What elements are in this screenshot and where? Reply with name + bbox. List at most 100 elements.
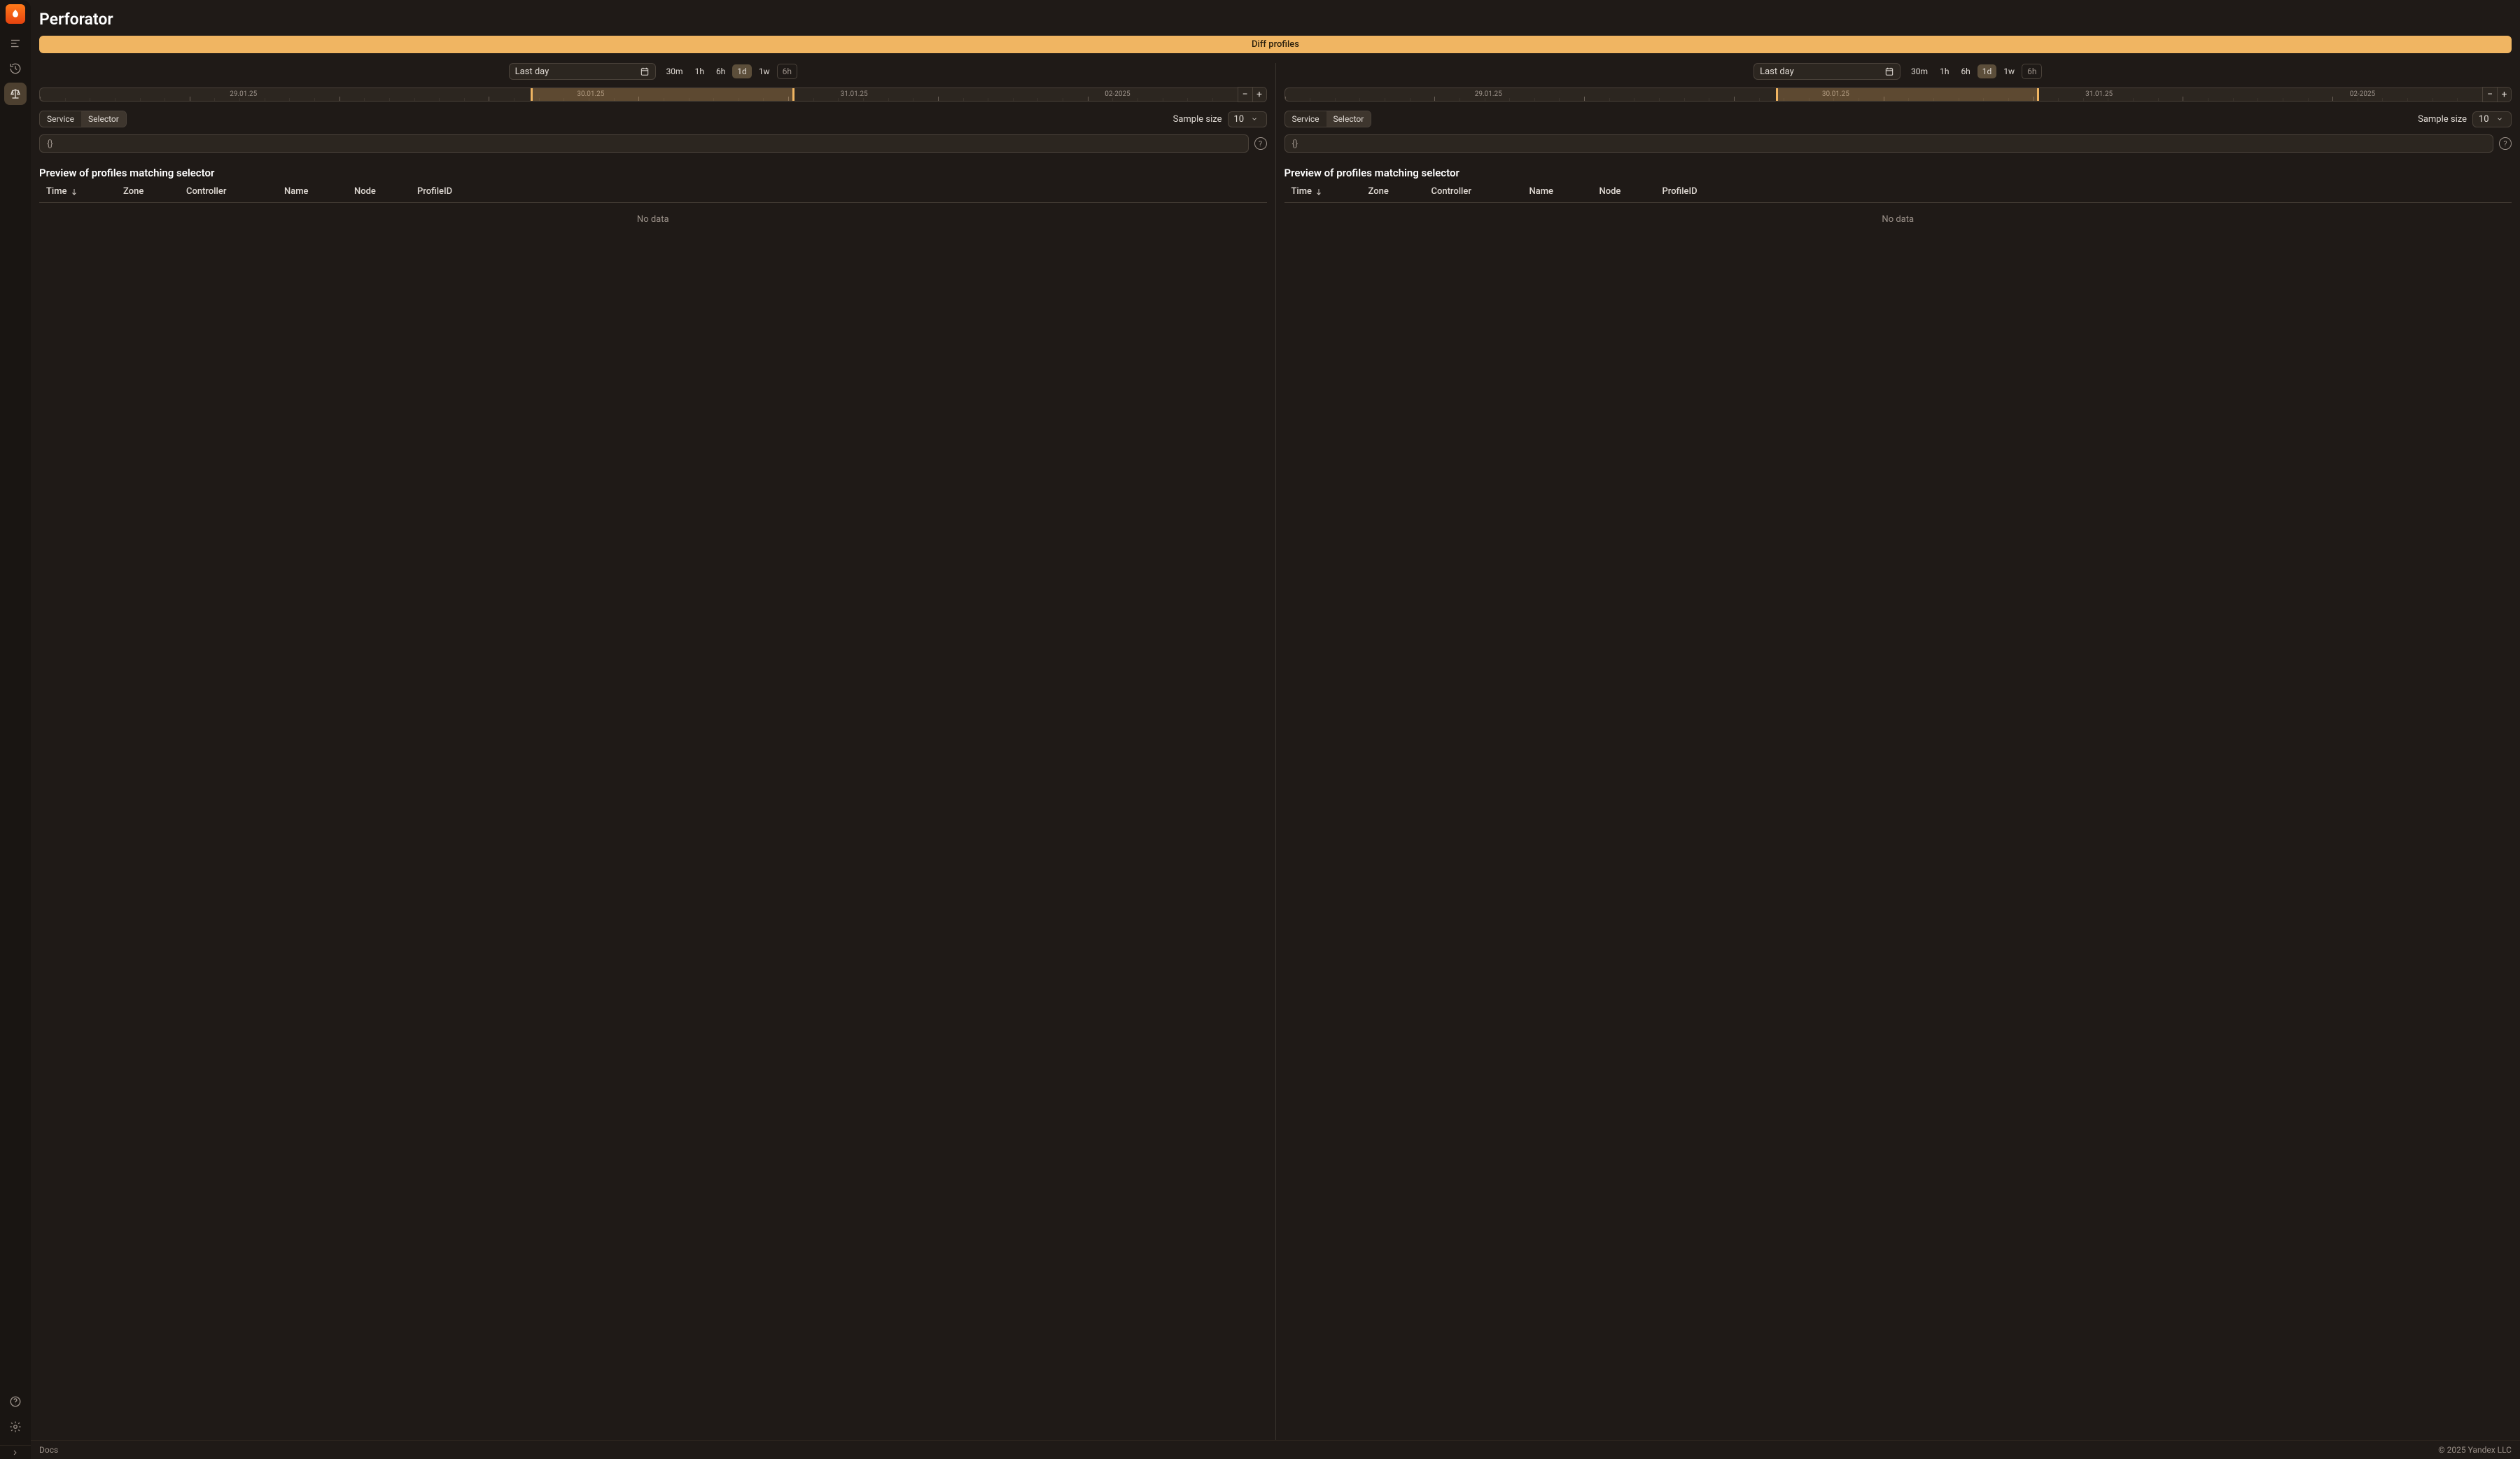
preview-heading: Preview of profiles matching selector	[1284, 167, 2512, 179]
date-range-label: Last day	[515, 67, 634, 77]
sidebar-settings-icon[interactable]	[4, 1416, 27, 1438]
range-chip-1h[interactable]: 1h	[690, 64, 709, 78]
sidebar-help-icon[interactable]	[4, 1390, 27, 1413]
sidebar	[0, 0, 31, 1459]
column-header-profileid[interactable]: ProfileID	[417, 186, 1267, 197]
column-header-name[interactable]: Name	[284, 186, 354, 197]
sample-size-value: 10	[2479, 114, 2489, 125]
timeline-label: 02-2025	[1105, 90, 1130, 98]
zoom-out-button[interactable]: −	[2483, 88, 2497, 102]
selector-input-row: {}?	[39, 134, 1267, 153]
timeline-label: 29.01.25	[230, 90, 257, 98]
sidebar-item-bars[interactable]	[4, 32, 27, 55]
table-header: TimeZoneControllerNameNodeProfileID	[1284, 186, 2512, 203]
mode-sample-row: ServiceSelector Sample size 10	[39, 111, 1267, 127]
timeline-wrap: 29.01.2530.01.2531.01.2502-2025−+	[1284, 87, 2512, 102]
column-header-profileid[interactable]: ProfileID	[1662, 186, 2512, 197]
mode-sample-row: ServiceSelector Sample size 10	[1284, 111, 2512, 127]
timeline-selection[interactable]	[531, 88, 794, 101]
sample-size-value: 10	[1234, 114, 1245, 125]
column-header-zone[interactable]: Zone	[1368, 186, 1432, 197]
column-header-controller[interactable]: Controller	[186, 186, 284, 197]
sample-size: Sample size 10	[2418, 111, 2512, 127]
column-header-controller[interactable]: Controller	[1432, 186, 1530, 197]
range-chip-30m[interactable]: 30m	[662, 64, 688, 78]
sidebar-item-balance[interactable]	[4, 83, 27, 105]
column-header-zone[interactable]: Zone	[123, 186, 186, 197]
sidebar-item-history[interactable]	[4, 57, 27, 80]
main: Perforator Diff profiles Last day30m1h6h…	[31, 0, 2520, 1459]
column-header-time[interactable]: Time	[1284, 186, 1368, 197]
timeline[interactable]: 29.01.2530.01.2531.01.2502-2025	[39, 88, 1238, 102]
timeline-label: 02-2025	[2350, 90, 2375, 98]
footer: Docs © 2025 Yandex LLC	[31, 1440, 2520, 1459]
timeline-selection[interactable]	[1776, 88, 2039, 101]
range-chip-30m[interactable]: 30m	[1906, 64, 1933, 78]
calendar-icon	[640, 67, 650, 76]
sample-size-label: Sample size	[2418, 114, 2467, 125]
mode-selector-button[interactable]: Selector	[1326, 111, 1371, 127]
mode-selector-button[interactable]: Selector	[81, 111, 126, 127]
range-chip-6h-disabled: 6h	[777, 64, 797, 79]
mode-segment: ServiceSelector	[1284, 111, 1372, 127]
date-range-input[interactable]: Last day	[1754, 63, 1900, 80]
range-chips: 30m1h6h1d1w6h	[662, 64, 797, 79]
selector-input[interactable]: {}	[1284, 134, 2494, 153]
column-header-time[interactable]: Time	[39, 186, 123, 197]
timeline-zoom: −+	[1238, 87, 1267, 102]
column-header-node[interactable]: Node	[354, 186, 417, 197]
range-chip-1d[interactable]: 1d	[1977, 64, 1997, 78]
timeline-zoom: −+	[2482, 87, 2512, 102]
date-range-input[interactable]: Last day	[509, 63, 656, 80]
sort-desc-icon	[1315, 188, 1323, 196]
date-range-row: Last day30m1h6h1d1w6h	[1284, 63, 2512, 80]
sample-size-select[interactable]: 10	[1228, 111, 1267, 127]
timeline[interactable]: 29.01.2530.01.2531.01.2502-2025	[1284, 88, 2483, 102]
zoom-in-button[interactable]: +	[1252, 88, 1266, 102]
calendar-icon	[1884, 67, 1894, 76]
date-range-label: Last day	[1760, 67, 1879, 77]
app-logo[interactable]	[6, 4, 25, 24]
column-header-name[interactable]: Name	[1530, 186, 1600, 197]
range-chip-1h[interactable]: 1h	[1935, 64, 1954, 78]
range-chip-6h[interactable]: 6h	[1956, 64, 1975, 78]
date-range-row: Last day30m1h6h1d1w6h	[39, 63, 1267, 80]
sample-size-select[interactable]: 10	[2472, 111, 2512, 127]
sample-size-label: Sample size	[1173, 114, 1222, 125]
chevron-down-icon	[1251, 116, 1258, 123]
mode-segment: ServiceSelector	[39, 111, 127, 127]
sample-size: Sample size 10	[1173, 111, 1267, 127]
range-chips: 30m1h6h1d1w6h	[1906, 64, 2042, 79]
range-chip-6h-disabled: 6h	[2022, 64, 2042, 79]
sort-desc-icon	[70, 188, 78, 196]
chevron-down-icon	[2496, 116, 2503, 123]
zoom-in-button[interactable]: +	[2497, 88, 2511, 102]
range-chip-1w[interactable]: 1w	[1998, 64, 2019, 78]
no-data-message: No data	[1284, 203, 2512, 236]
footer-docs-link[interactable]: Docs	[39, 1445, 58, 1455]
panel-1: Last day30m1h6h1d1w6h29.01.2530.01.2531.…	[1275, 63, 2520, 1440]
timeline-label: 31.01.25	[2085, 90, 2113, 98]
timeline-label: 31.01.25	[841, 90, 868, 98]
selector-input[interactable]: {}	[39, 134, 1249, 153]
mode-service-button[interactable]: Service	[40, 111, 81, 127]
zoom-out-button[interactable]: −	[1238, 88, 1252, 102]
timeline-label: 29.01.25	[1475, 90, 1502, 98]
panels: Last day30m1h6h1d1w6h29.01.2530.01.2531.…	[31, 63, 2520, 1440]
sidebar-expand-icon[interactable]	[0, 1445, 31, 1459]
panel-0: Last day30m1h6h1d1w6h29.01.2530.01.2531.…	[31, 63, 1275, 1440]
timeline-wrap: 29.01.2530.01.2531.01.2502-2025−+	[39, 87, 1267, 102]
selector-input-row: {}?	[1284, 134, 2512, 153]
table-header: TimeZoneControllerNameNodeProfileID	[39, 186, 1267, 203]
selector-help-icon[interactable]: ?	[1254, 137, 1267, 150]
column-header-node[interactable]: Node	[1600, 186, 1662, 197]
diff-banner[interactable]: Diff profiles	[39, 36, 2512, 53]
no-data-message: No data	[39, 203, 1267, 236]
range-chip-1w[interactable]: 1w	[754, 64, 775, 78]
footer-copyright: © 2025 Yandex LLC	[2438, 1445, 2512, 1455]
page-title: Perforator	[31, 0, 2520, 36]
mode-service-button[interactable]: Service	[1285, 111, 1326, 127]
range-chip-1d[interactable]: 1d	[732, 64, 752, 78]
selector-help-icon[interactable]: ?	[2499, 137, 2512, 150]
range-chip-6h[interactable]: 6h	[711, 64, 730, 78]
